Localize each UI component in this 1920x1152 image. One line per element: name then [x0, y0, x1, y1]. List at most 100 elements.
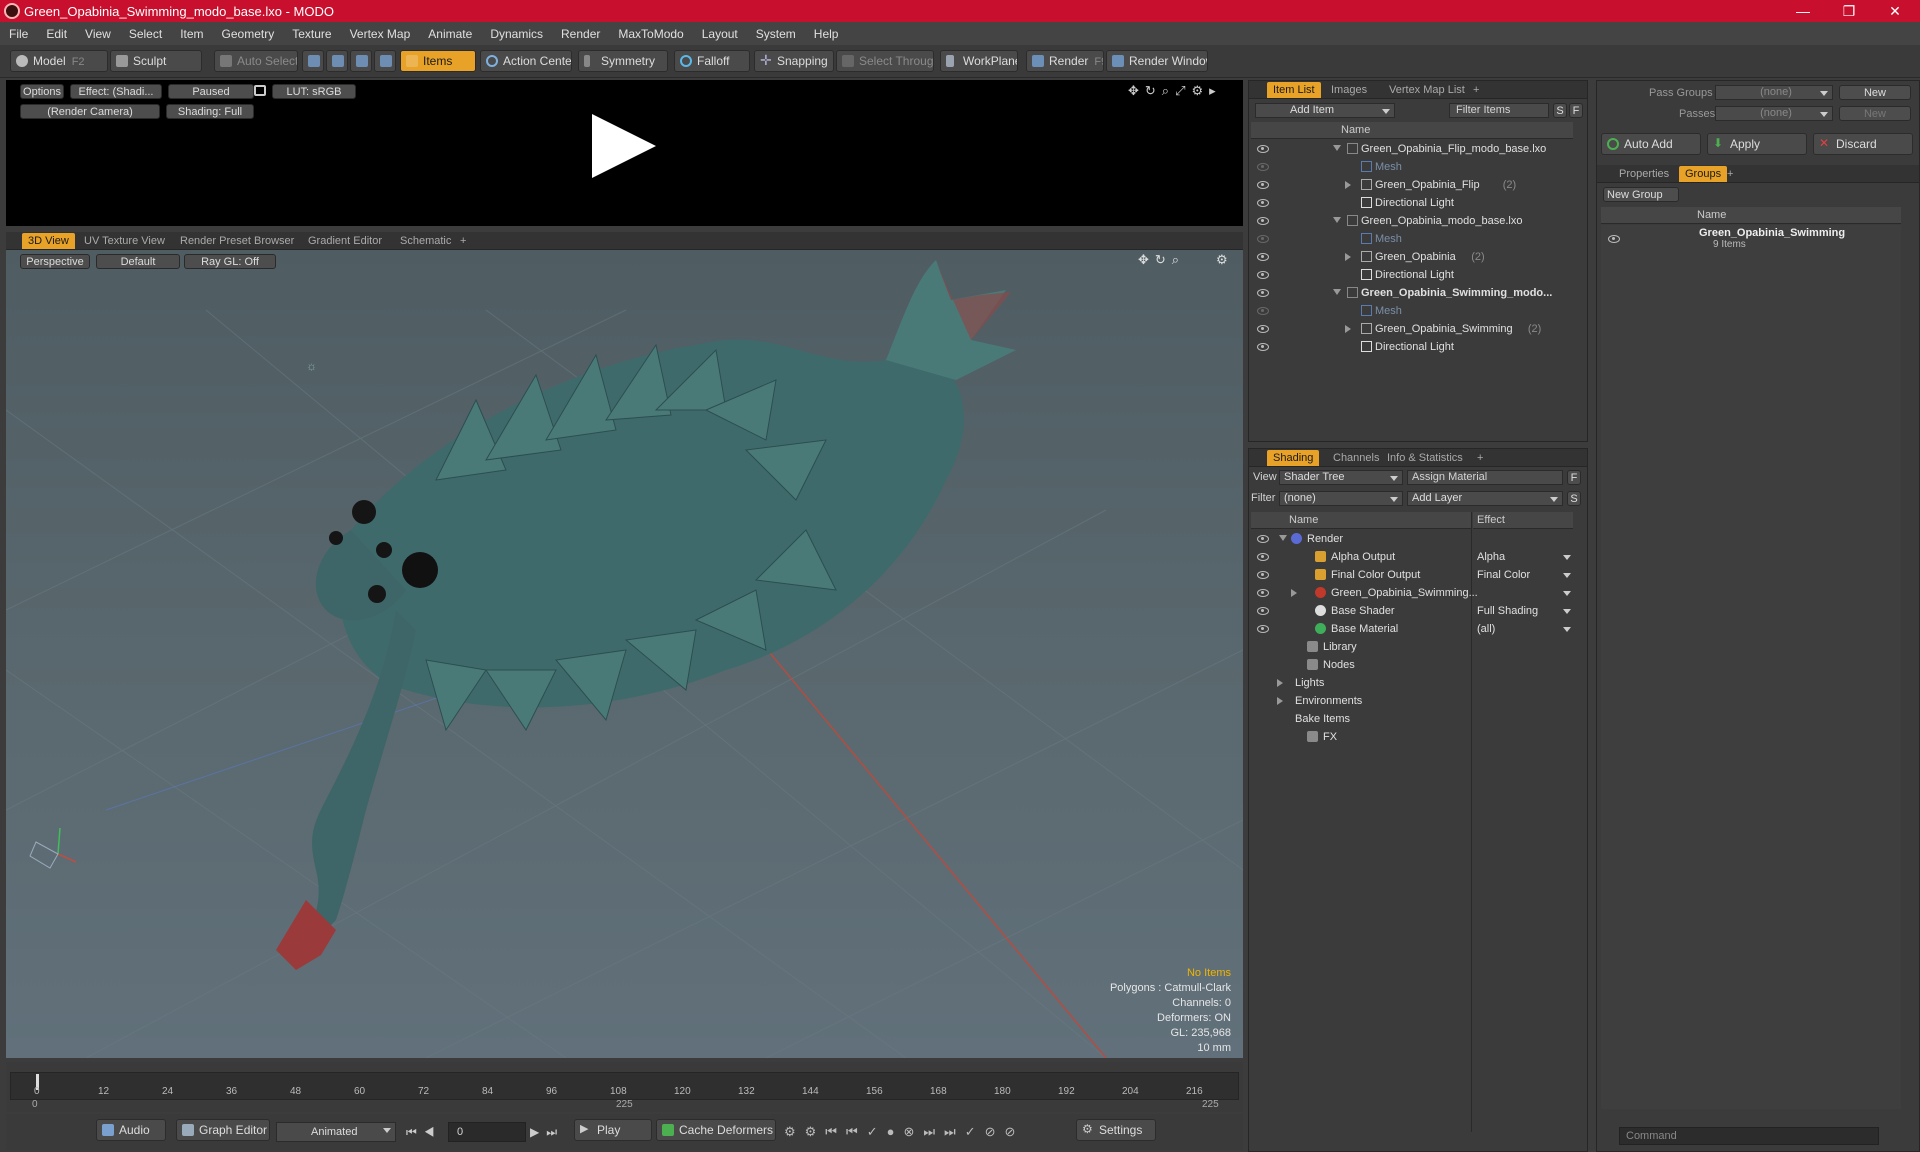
key-tools-icons[interactable]: ⚙⚙⏮⏮✓●⊗⏭⏭✓⊘⊘ [784, 1124, 1024, 1140]
polygon-select-button[interactable] [350, 50, 372, 72]
item-list-row[interactable]: Mesh [1251, 158, 1573, 176]
groups-header[interactable]: Name [1601, 207, 1901, 224]
settings-button[interactable]: ⚙ Settings [1076, 1119, 1156, 1141]
visibility-icon[interactable] [1257, 325, 1269, 333]
item-list-row[interactable]: Green_Opabinia (2) [1251, 248, 1573, 266]
action-center-button[interactable]: Action Center [480, 50, 572, 72]
group-name[interactable]: Green_Opabinia_Swimming [1699, 227, 1845, 239]
visibility-icon[interactable] [1257, 163, 1269, 171]
menu-edit[interactable]: Edit [37, 27, 76, 41]
step-forward-buttons[interactable]: ▶⏭ [530, 1125, 564, 1140]
workplane-button[interactable]: WorkPlane [940, 50, 1018, 72]
effect-dropdown-arrow-icon[interactable] [1563, 555, 1571, 560]
shading-f-button[interactable]: F [1567, 470, 1581, 485]
new-pass-button[interactable]: New [1839, 106, 1911, 121]
collapsed-arrow-icon[interactable] [1345, 181, 1351, 189]
visibility-icon[interactable] [1257, 607, 1269, 615]
shading-header-effect[interactable]: Effect [1473, 512, 1573, 529]
filter-items-input[interactable]: Filter Items [1449, 103, 1549, 118]
effect-dropdown-arrow-icon[interactable] [1563, 609, 1571, 614]
effect-dropdown-arrow-icon[interactable] [1563, 573, 1571, 578]
close-button[interactable]: ✕ [1872, 0, 1918, 22]
tab-item-list[interactable]: Item List [1267, 82, 1321, 98]
maximize-button[interactable]: ❐ [1826, 0, 1872, 22]
item-list-row[interactable]: Green_Opabinia_Flip (2) [1251, 176, 1573, 194]
assign-material-button[interactable]: Assign Material [1407, 470, 1563, 485]
visibility-icon[interactable] [1257, 181, 1269, 189]
shader-tree-row[interactable]: Render [1251, 530, 1573, 548]
menu-geometry[interactable]: Geometry [213, 27, 284, 41]
menu-dynamics[interactable]: Dynamics [481, 27, 552, 41]
viewport-settings-icon[interactable]: ⚙ [1216, 252, 1228, 268]
collapsed-arrow-icon[interactable] [1345, 325, 1351, 333]
expanded-arrow-icon[interactable] [1333, 217, 1341, 223]
tab-uv-texture-view[interactable]: UV Texture View [78, 233, 171, 249]
shader-tree-row[interactable]: Bake Items [1251, 710, 1573, 728]
shader-tree-row[interactable]: Final Color Output Final Color [1251, 566, 1573, 584]
render-window-button[interactable]: Render Window [1106, 50, 1208, 72]
add-item-dropdown[interactable]: Add Item [1255, 103, 1395, 118]
graph-editor-button[interactable]: Graph Editor [176, 1119, 270, 1141]
shading-dropdown[interactable]: Shading: Full [166, 104, 254, 119]
discard-button[interactable]: ✕ Discard [1813, 133, 1913, 155]
timeline[interactable]: 0 12 24 36 48 60 72 84 96 108 120 132 144 156 168 180 19… [6, 1062, 1243, 1112]
item-list-row[interactable]: Green_Opabinia_Swimming (2) [1251, 320, 1573, 338]
falloff-button[interactable]: Falloff [674, 50, 750, 72]
tab-groups[interactable]: Groups [1679, 166, 1728, 182]
menu-item[interactable]: Item [171, 27, 212, 41]
lock-icon[interactable] [254, 85, 266, 96]
lut-dropdown[interactable]: LUT: sRGB [272, 84, 356, 99]
preview-paused-button[interactable]: Paused [168, 84, 254, 99]
collapsed-arrow-icon[interactable] [1291, 589, 1297, 597]
material-select-button[interactable] [374, 50, 396, 72]
preview-effect-dropdown[interactable]: Effect: (Shadi... [70, 84, 162, 99]
menu-view[interactable]: View [76, 27, 120, 41]
ray-gl-dropdown[interactable]: Ray GL: Off [184, 254, 276, 269]
item-list-row[interactable]: Mesh [1251, 230, 1573, 248]
add-tab-icon[interactable]: + [454, 233, 472, 249]
preview-options-button[interactable]: Options [20, 84, 64, 99]
shader-tree-row[interactable]: Nodes [1251, 656, 1573, 674]
shader-tree-row[interactable]: FX [1251, 728, 1573, 746]
tab-images[interactable]: Images [1325, 82, 1373, 98]
filter-s-button[interactable]: S [1553, 103, 1567, 118]
menu-select[interactable]: Select [120, 27, 171, 41]
collapsed-arrow-icon[interactable] [1277, 697, 1283, 705]
item-list-row[interactable]: Mesh [1251, 302, 1573, 320]
command-input[interactable]: Command [1619, 1127, 1879, 1145]
visibility-icon[interactable] [1257, 589, 1269, 597]
add-tab-icon[interactable]: + [1467, 82, 1485, 98]
item-list-header[interactable]: Name [1251, 122, 1573, 139]
add-tab-icon[interactable]: + [1471, 450, 1489, 466]
tab-properties[interactable]: Properties [1613, 166, 1675, 182]
visibility-icon[interactable] [1257, 289, 1269, 297]
expanded-arrow-icon[interactable] [1333, 145, 1341, 151]
shader-effect-value[interactable]: (all) [1477, 620, 1495, 638]
select-through-button[interactable]: Select Through [836, 50, 934, 72]
model-mode-button[interactable]: Model F2 [10, 50, 108, 72]
apply-button[interactable]: ⬇ Apply [1707, 133, 1807, 155]
shader-tree-row[interactable]: Base Material (all) [1251, 620, 1573, 638]
new-group-button[interactable]: New Group [1603, 187, 1679, 202]
frame-input[interactable]: 0 [448, 1122, 526, 1142]
animated-dropdown[interactable]: Animated [276, 1122, 396, 1142]
shader-effect-value[interactable]: Final Color [1477, 566, 1530, 584]
tab-gradient-editor[interactable]: Gradient Editor [302, 233, 388, 249]
add-tab-icon[interactable]: + [1721, 166, 1739, 182]
cache-deformers-button[interactable]: Cache Deformers [656, 1119, 776, 1141]
visibility-icon[interactable] [1257, 217, 1269, 225]
item-list-row[interactable]: Directional Light [1251, 266, 1573, 284]
item-list-row[interactable]: Directional Light [1251, 338, 1573, 356]
visibility-icon[interactable] [1257, 307, 1269, 315]
shader-tree-row[interactable]: Base Shader Full Shading [1251, 602, 1573, 620]
menu-animate[interactable]: Animate [419, 27, 481, 41]
shader-tree-row[interactable]: Library [1251, 638, 1573, 656]
vertex-select-button[interactable] [302, 50, 324, 72]
menu-help[interactable]: Help [805, 27, 848, 41]
shader-effect-value[interactable]: Full Shading [1477, 602, 1538, 620]
tab-render-preset-browser[interactable]: Render Preset Browser [174, 233, 300, 249]
item-list-row[interactable]: Directional Light [1251, 194, 1573, 212]
shader-tree-row[interactable]: Alpha Output Alpha [1251, 548, 1573, 566]
visibility-icon[interactable] [1257, 235, 1269, 243]
view-dropdown[interactable]: Shader Tree [1279, 470, 1403, 485]
